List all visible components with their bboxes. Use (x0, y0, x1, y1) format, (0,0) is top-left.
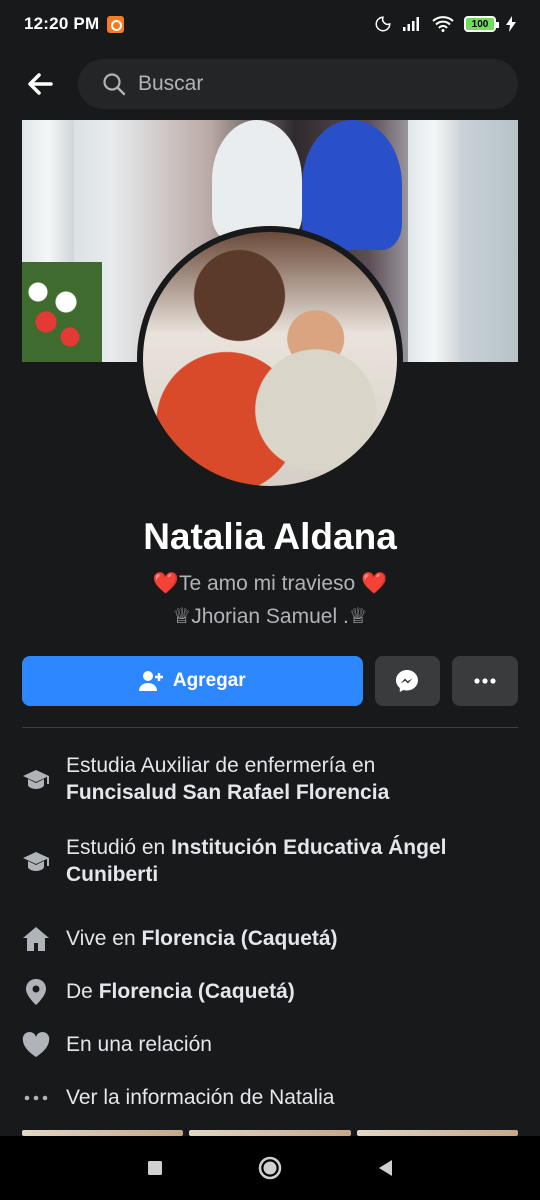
charging-bolt-icon (506, 16, 516, 32)
profile-name: Natalia Aldana (143, 516, 397, 557)
back-button[interactable] (22, 66, 58, 102)
info-from-place[interactable]: Florencia (Caquetá) (99, 980, 295, 1003)
bio-text-1: Te amo mi travieso (178, 572, 356, 595)
info-item-studied: Estudió en Institución Educativa Ángel C… (22, 834, 518, 912)
status-time: 12:20 PM (24, 14, 100, 33)
person-plus-icon (138, 671, 163, 691)
info-from-text: De Florencia (Caquetá) (66, 978, 295, 1005)
add-friend-label: Agregar (172, 670, 246, 691)
heart-emoji-right: ❤️ (361, 572, 388, 595)
heart-emoji-left: ❤️ (152, 572, 179, 595)
cover-pillar-right (408, 120, 460, 362)
wifi-icon (432, 16, 454, 32)
see-about-info-link[interactable]: Ver la información de Natalia (22, 1071, 518, 1124)
search-bar[interactable] (78, 59, 518, 109)
info-studies-place[interactable]: Funcisalud San Rafael Florencia (66, 781, 389, 804)
messenger-icon (396, 670, 419, 692)
home-icon (22, 925, 50, 953)
notification-app-icon (107, 15, 125, 33)
battery-indicator: 100 (464, 16, 499, 32)
info-item-lives: Vive en Florencia (Caquetá) (22, 912, 518, 965)
info-lives-prefix: Vive en (66, 927, 136, 950)
home-circle-icon[interactable] (257, 1155, 283, 1181)
info-relationship-text: En una relación (66, 1033, 212, 1056)
signal-icon (403, 17, 419, 31)
info-from-prefix: De (66, 980, 93, 1003)
info-item-studies: Estudia Auxiliar de enfermería en Funcis… (22, 752, 518, 834)
profile-picture-frame[interactable] (137, 226, 403, 492)
back-triangle-icon[interactable] (376, 1158, 394, 1178)
info-item-relationship: En una relación (22, 1018, 518, 1071)
graduation-cap-icon (22, 766, 50, 794)
see-about-info-label: Ver la información de Natalia (66, 1086, 335, 1109)
more-horizontal-icon (474, 678, 496, 684)
system-nav-bar (0, 1136, 540, 1200)
search-input[interactable] (138, 72, 438, 96)
cover-woman (302, 120, 402, 250)
section-divider (22, 727, 518, 728)
profile-actions: Agregar (22, 656, 518, 706)
info-studies-text: Estudia Auxiliar de enfermería en Funcis… (66, 752, 389, 806)
top-bar (0, 48, 540, 120)
ellipsis-icon (22, 1084, 50, 1112)
cover-child (212, 120, 302, 240)
info-item-from: De Florencia (Caquetá) (22, 965, 518, 1018)
profile-bio-line1: ❤️Te amo mi travieso ❤️ (0, 572, 540, 596)
graduation-cap-icon (22, 848, 50, 876)
messenger-button[interactable] (374, 656, 441, 706)
arrow-left-icon (28, 73, 53, 95)
recents-square-icon[interactable] (146, 1159, 164, 1177)
profile-picture[interactable] (143, 232, 397, 486)
status-bar: 12:20 PM 100 (0, 0, 540, 48)
cover-flowers (22, 262, 102, 362)
profile-bio-line2: ♕Jhorian Samuel .♕ (172, 605, 368, 628)
search-icon (103, 73, 126, 96)
info-studies-prefix: Estudia Auxiliar de enfermería en (66, 754, 376, 777)
add-friend-button[interactable]: Agregar (22, 656, 363, 706)
heart-icon (22, 1031, 50, 1059)
info-studied-text: Estudió en Institución Educativa Ángel C… (66, 834, 506, 888)
more-options-button[interactable] (452, 656, 518, 706)
info-lives-text: Vive en Florencia (Caquetá) (66, 925, 338, 952)
info-lives-place[interactable]: Florencia (Caquetá) (142, 927, 338, 950)
intro-details: Estudia Auxiliar de enfermería en Funcis… (22, 752, 518, 1124)
do-not-disturb-moon-icon (375, 16, 391, 32)
status-icons: 100 (374, 15, 516, 33)
info-studied-prefix: Estudió en (66, 836, 166, 859)
location-pin-icon (22, 978, 50, 1006)
